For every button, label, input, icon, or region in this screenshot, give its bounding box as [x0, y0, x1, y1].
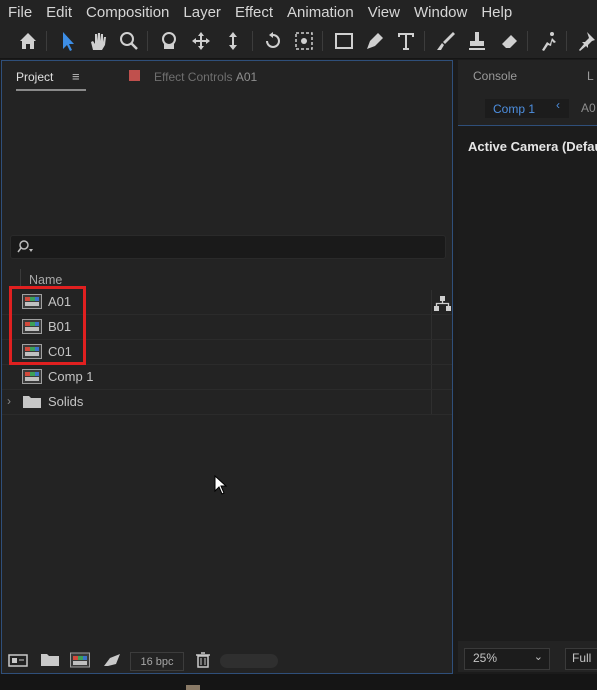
project-panel: Project ≡ Effect Controls A01 Name A01 B… — [1, 60, 453, 674]
project-panel-footer: 16 bpc — [2, 648, 452, 673]
active-camera-label: Active Camera (Defau — [468, 139, 597, 154]
menu-window[interactable]: Window — [406, 4, 473, 21]
rectangle-icon[interactable] — [332, 29, 356, 53]
dolly-camera-icon[interactable] — [221, 29, 245, 53]
tab-console[interactable]: Console — [473, 69, 517, 83]
list-item[interactable]: › Solids — [2, 390, 452, 415]
resolution-dropdown[interactable]: Full — [565, 648, 597, 670]
row-divider — [431, 340, 432, 364]
menu-view[interactable]: View — [360, 4, 406, 21]
pen-icon[interactable] — [363, 29, 387, 53]
menu-composition[interactable]: Composition — [78, 4, 175, 21]
type-icon[interactable] — [394, 29, 418, 53]
menu-bar: File Edit Composition Layer Effect Anima… — [0, 0, 597, 25]
taskbar-item[interactable] — [186, 685, 200, 690]
eraser-icon[interactable] — [497, 29, 521, 53]
effect-controls-target: A01 — [235, 70, 258, 84]
tools-toolbar — [0, 25, 597, 59]
menu-layer[interactable]: Layer — [175, 4, 227, 21]
item-label: Comp 1 — [48, 369, 94, 384]
zoom-value: 25% — [473, 651, 498, 665]
folder-icon — [23, 396, 41, 408]
effect-controls-label: Effect Controls — [154, 70, 233, 84]
orbit-camera-icon[interactable] — [157, 29, 181, 53]
tab-effect-controls[interactable]: Effect Controls A01 — [154, 70, 257, 84]
composition-panel: Console L Comp 1 ‹ A0 Active Camera (Def… — [458, 60, 597, 672]
column-header-name[interactable]: Name — [29, 273, 62, 287]
composition-viewer[interactable]: Active Camera (Defau — [458, 125, 597, 641]
thumbnail-size-slider[interactable] — [220, 654, 278, 668]
zoom-dropdown[interactable]: 25% ⌄ — [464, 648, 550, 670]
menu-animation[interactable]: Animation — [279, 4, 360, 21]
brush-icon[interactable] — [434, 29, 458, 53]
project-search-input[interactable] — [10, 235, 446, 259]
panel-menu-icon[interactable]: ≡ — [72, 69, 80, 84]
row-divider — [431, 315, 432, 339]
new-folder-icon[interactable] — [40, 652, 60, 668]
interpret-footage-icon[interactable] — [8, 652, 28, 668]
tab-truncated[interactable]: L — [587, 69, 594, 83]
chevron-left-icon[interactable]: ‹ — [556, 98, 560, 112]
menu-effect[interactable]: Effect — [227, 4, 279, 21]
pan-behind-icon[interactable] — [292, 29, 316, 53]
render-icon[interactable] — [102, 652, 122, 668]
pan-camera-icon[interactable] — [189, 29, 213, 53]
menu-edit[interactable]: Edit — [38, 4, 78, 21]
tab-a01-truncated[interactable]: A0 — [581, 101, 596, 115]
trash-icon[interactable] — [193, 652, 213, 668]
hand-icon[interactable] — [86, 29, 110, 53]
item-label: Solids — [48, 394, 84, 409]
home-icon[interactable] — [16, 29, 40, 53]
comp-tab-label: Comp 1 — [493, 101, 536, 116]
menu-help[interactable]: Help — [473, 4, 518, 21]
mouse-cursor-icon — [214, 475, 228, 495]
resolution-value: Full — [572, 651, 592, 665]
menu-file[interactable]: File — [0, 4, 38, 21]
active-tab-underline — [16, 89, 86, 91]
tab-project[interactable]: Project — [16, 70, 53, 84]
zoom-icon[interactable] — [117, 29, 141, 53]
puppet-pin-icon[interactable] — [574, 29, 597, 53]
bit-depth-button[interactable]: 16 bpc — [130, 652, 184, 671]
selection-arrow-icon[interactable] — [56, 29, 80, 53]
composition-icon — [22, 369, 42, 384]
list-item[interactable]: Comp 1 — [2, 365, 452, 390]
roto-brush-icon[interactable] — [537, 29, 561, 53]
taskbar — [0, 674, 597, 690]
row-divider — [431, 390, 432, 414]
clone-stamp-icon[interactable] — [465, 29, 489, 53]
row-divider — [431, 290, 432, 314]
project-panel-tabs: Project ≡ Effect Controls A01 — [2, 61, 452, 97]
chevron-down-icon: ⌄ — [533, 651, 543, 663]
selection-highlight-box — [9, 286, 86, 365]
chevron-right-icon[interactable]: › — [7, 394, 11, 408]
search-icon[interactable] — [17, 239, 35, 255]
new-composition-icon[interactable] — [70, 652, 90, 668]
effect-controls-color-swatch — [129, 70, 140, 81]
row-divider — [431, 365, 432, 389]
rotate-icon[interactable] — [261, 29, 285, 53]
